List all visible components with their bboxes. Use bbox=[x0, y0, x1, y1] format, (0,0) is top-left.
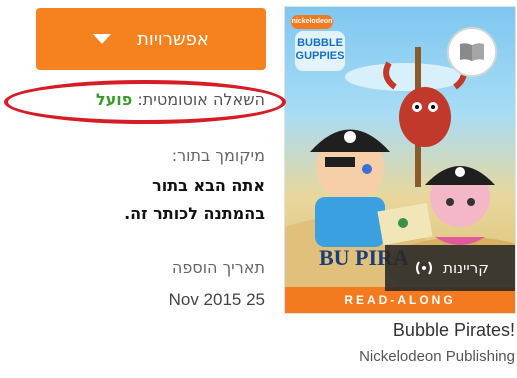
book-cover[interactable]: nickelodeon BUBBLE GUPPIES BU PIRA READ-… bbox=[284, 6, 516, 314]
read-aloud-button[interactable]: קריינות bbox=[385, 245, 515, 291]
open-book-icon[interactable] bbox=[447, 27, 497, 77]
added-date-label: תאריך הוספה bbox=[171, 258, 265, 277]
queue-status-line2: בהמתנה לכותר זה. bbox=[124, 204, 265, 223]
options-label: אפשרויות bbox=[137, 28, 209, 50]
book-publisher[interactable]: Nickelodeon Publishing bbox=[359, 348, 515, 365]
queue-status: אתה הבא בתור בהמתנה לכותר זה. bbox=[124, 172, 265, 228]
caret-down-icon bbox=[93, 34, 112, 44]
added-date-value: Nov 2015 25 bbox=[168, 290, 265, 309]
read-aloud-label: קריינות bbox=[443, 259, 489, 277]
nickelodeon-badge: nickelodeon bbox=[291, 15, 333, 29]
queue-label: מיקומך בתור: bbox=[171, 146, 265, 165]
options-button[interactable]: אפשרויות bbox=[36, 8, 266, 70]
auto-loan-label: השאלה אוטומטית: bbox=[137, 90, 265, 109]
queue-status-line1: אתה הבא בתור bbox=[152, 176, 265, 195]
auto-loan-row: השאלה אוטומטית: פועל bbox=[96, 90, 265, 109]
book-title[interactable]: Bubble Pirates! bbox=[393, 320, 515, 341]
series-logo: BUBBLE GUPPIES bbox=[295, 31, 345, 71]
series-logo-line2: GUPPIES bbox=[295, 50, 345, 62]
auto-loan-status[interactable]: פועל bbox=[96, 90, 132, 109]
audio-waves-icon bbox=[416, 261, 433, 275]
series-logo-line1: BUBBLE bbox=[297, 37, 343, 49]
